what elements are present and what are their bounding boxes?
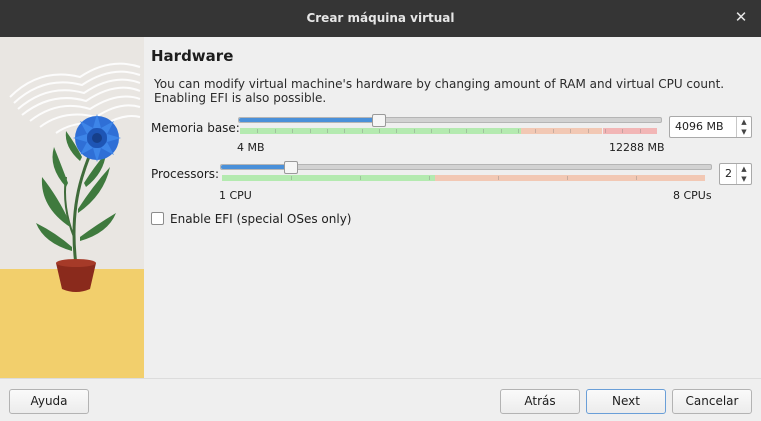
page-description: You can modify virtual machine's hardwar…	[154, 77, 725, 105]
memory-spin-arrows[interactable]: ▲ ▼	[736, 117, 751, 137]
scale-tick	[362, 129, 363, 133]
scale-tick	[636, 176, 637, 180]
button-bar: Ayuda Atrás Next Cancelar	[0, 378, 761, 421]
scale-tick	[498, 176, 499, 180]
scale-tick	[310, 129, 311, 133]
scale-tick	[344, 129, 345, 133]
close-icon[interactable]: ✕	[732, 8, 750, 26]
scale-tick	[588, 129, 589, 133]
scale-tick	[327, 129, 328, 133]
scale-tick	[449, 129, 450, 133]
scale-tick	[257, 129, 258, 133]
scale-segment	[222, 175, 435, 181]
scale-tick	[535, 129, 536, 133]
processors-slider-handle[interactable]	[284, 161, 298, 174]
memory-spinbox[interactable]: 4096 MB ▲ ▼	[669, 116, 752, 138]
scale-tick	[605, 129, 606, 133]
processors-slider-fill	[221, 165, 291, 169]
efi-checkbox[interactable]	[151, 212, 164, 225]
plant-illustration	[0, 37, 144, 378]
efi-label[interactable]: Enable EFI (special OSes only)	[170, 212, 351, 226]
description-line: Enabling EFI is also possible.	[154, 91, 327, 105]
help-button[interactable]: Ayuda	[9, 389, 89, 414]
scale-tick	[431, 129, 432, 133]
main-content: Hardware You can modify virtual machine'…	[144, 37, 761, 378]
next-button[interactable]: Next	[586, 389, 666, 414]
back-button[interactable]: Atrás	[500, 389, 580, 414]
window-title: Crear máquina virtual	[306, 11, 455, 25]
scale-tick	[275, 129, 276, 133]
scale-tick	[291, 176, 292, 180]
spin-up-icon[interactable]: ▲	[737, 164, 751, 174]
scale-tick	[414, 129, 415, 133]
title-bar: Crear máquina virtual ✕	[0, 0, 761, 37]
scale-tick	[483, 129, 484, 133]
scale-tick	[570, 129, 571, 133]
cancel-button[interactable]: Cancelar	[672, 389, 752, 414]
scale-tick	[622, 129, 623, 133]
scale-tick	[640, 129, 641, 133]
page-title: Hardware	[151, 47, 234, 65]
spin-up-icon[interactable]: ▲	[737, 117, 751, 127]
memory-slider-fill	[239, 118, 379, 122]
description-line: You can modify virtual machine's hardwar…	[154, 77, 725, 91]
scale-segment	[240, 128, 521, 134]
scale-tick	[518, 129, 519, 133]
scale-tick	[466, 129, 467, 133]
processors-spin-arrows[interactable]: ▲ ▼	[736, 164, 751, 184]
memory-slider-handle[interactable]	[372, 114, 386, 127]
wizard-illustration	[0, 37, 144, 378]
processors-scale	[222, 175, 705, 181]
scale-segment	[603, 128, 657, 134]
scale-tick	[567, 176, 568, 180]
processors-label: Processors:	[151, 167, 220, 181]
memory-value: 4096 MB	[675, 120, 724, 133]
processors-value: 2	[725, 167, 732, 180]
processors-min-label: 1 CPU	[219, 189, 252, 202]
scale-tick	[396, 129, 397, 133]
scale-tick	[553, 129, 554, 133]
scale-segment	[521, 128, 602, 134]
memory-label: Memoria base:	[151, 121, 240, 135]
processors-max-label: 8 CPUs	[673, 189, 712, 202]
scale-tick	[292, 129, 293, 133]
memory-max-label: 12288 MB	[609, 141, 665, 154]
spin-down-icon[interactable]: ▼	[737, 127, 751, 137]
processors-spinbox[interactable]: 2 ▲ ▼	[719, 163, 752, 185]
memory-min-label: 4 MB	[237, 141, 265, 154]
scale-tick	[501, 129, 502, 133]
spin-down-icon[interactable]: ▼	[737, 174, 751, 184]
scale-tick	[379, 129, 380, 133]
memory-scale	[240, 128, 657, 134]
scale-segment	[435, 175, 705, 181]
scale-tick	[429, 176, 430, 180]
scale-tick	[360, 176, 361, 180]
